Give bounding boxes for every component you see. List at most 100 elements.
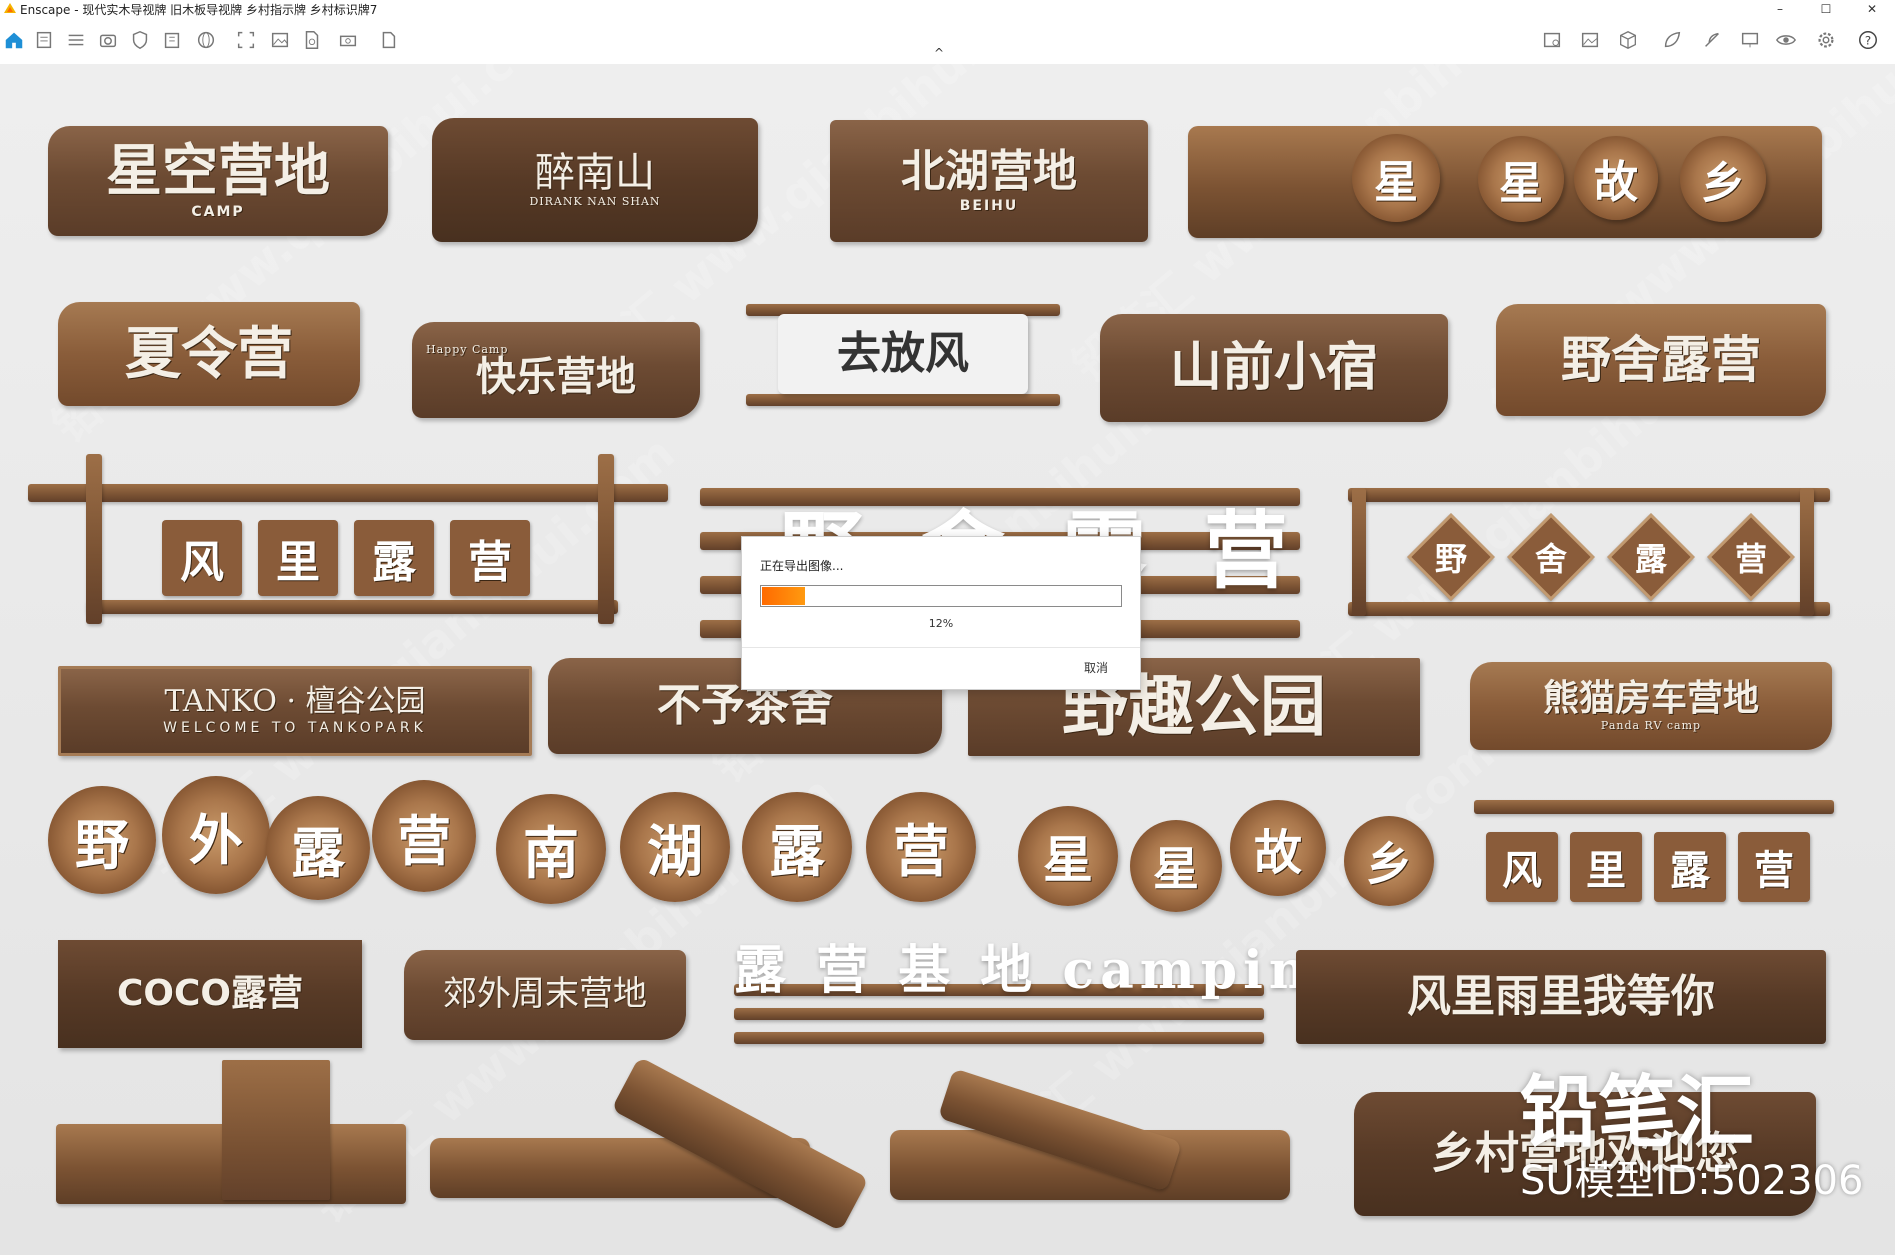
home-icon[interactable]	[2, 28, 26, 52]
disc-letter: 营	[866, 792, 976, 902]
wood-hut	[222, 1060, 330, 1200]
frame-post	[598, 454, 614, 624]
feather-icon[interactable]	[1700, 28, 1724, 52]
diamond-letter: 野	[1434, 540, 1467, 578]
sign-text: COCO露营	[116, 973, 304, 1015]
export-progress-percent: 12%	[928, 617, 954, 630]
sign-text: 北湖营地	[901, 145, 1077, 197]
frame-rail	[746, 394, 1060, 406]
sign-weekend-camp: 郊外周末营地	[404, 950, 686, 1040]
sign-yeshe-luying: 野舍露营	[1496, 304, 1826, 416]
globe-icon[interactable]	[194, 28, 218, 52]
minimize-button[interactable]: –	[1757, 0, 1803, 18]
sign-subtext: WELCOME TO TANKOPARK	[163, 720, 427, 737]
render-settings-icon[interactable]	[336, 28, 360, 52]
sign-subtext: DIRANK NAN SHAN	[529, 195, 661, 209]
tile-letter: 里	[1570, 832, 1642, 902]
disc-letter: 故	[1230, 800, 1326, 896]
disc-letter: 星	[1478, 136, 1564, 222]
leaf-icon[interactable]	[1660, 28, 1684, 52]
disc-letter: 星	[1018, 806, 1118, 906]
window-title: Enscape - 现代实木导视牌 旧木板导视牌 乡村指示牌 乡村标识牌7	[20, 2, 378, 17]
sign-shanqian-xiaosu: 山前小宿	[1100, 314, 1448, 422]
disc-letter: 野	[48, 786, 156, 894]
frame-post	[1352, 488, 1366, 616]
cube-icon[interactable]	[1616, 28, 1640, 52]
sign-fengli-yuli: 风里雨里我等你	[1296, 950, 1826, 1044]
close-button[interactable]: ✕	[1849, 0, 1895, 18]
sign-text: 风里雨里我等你	[1407, 970, 1715, 1022]
sign-text: TANKO · 檀谷公园	[164, 683, 426, 719]
frame-post	[1800, 488, 1814, 616]
tile-letter: 营	[1738, 832, 1810, 902]
disc-letter: 露	[742, 792, 852, 902]
help-icon[interactable]: ?	[1856, 28, 1880, 52]
sign-text: 去放风	[837, 327, 969, 379]
window-controls: – ☐ ✕	[1757, 0, 1895, 18]
sign-zuinanshan: 醉南山 DIRANK NAN SHAN	[432, 118, 758, 242]
tile-letter: 风	[162, 520, 242, 596]
frame-beam	[28, 484, 668, 502]
export-progress-dialog: 正在导出图像... 12% 取消	[741, 536, 1141, 690]
sign-coco-camp: COCO露营	[58, 940, 362, 1048]
sign-xialingying: 夏令营	[58, 302, 360, 406]
diamond-tile: 露	[1607, 513, 1695, 601]
export-status-label: 正在导出图像...	[760, 559, 844, 573]
camera-icon[interactable]	[96, 28, 120, 52]
batch-export-icon[interactable]	[376, 28, 400, 52]
tile-letter: 风	[1486, 832, 1558, 902]
sign-panda-rv: 熊猫房车营地 Panda RV camp	[1470, 662, 1832, 750]
diamond-letter: 舍	[1534, 540, 1567, 578]
dialog-divider	[742, 647, 1140, 648]
frame-beam	[86, 600, 618, 614]
sign-beihu-camp: 北湖营地 BEIHU	[830, 120, 1148, 242]
frame-beam	[1348, 602, 1830, 616]
frame-post	[86, 454, 102, 624]
model-id-text: SU模型ID:502306	[1520, 1158, 1864, 1204]
plank-bar	[734, 1032, 1264, 1044]
diamond-tile: 舍	[1507, 513, 1595, 601]
collapse-toolbar-caret[interactable]: ^	[934, 46, 944, 60]
toolbar: ?	[0, 18, 1895, 65]
file-export-icon[interactable]	[300, 28, 324, 52]
image-icon[interactable]	[268, 28, 292, 52]
disc-letter: 外	[162, 776, 270, 894]
list-icon[interactable]	[64, 28, 88, 52]
disc-letter: 营	[372, 780, 476, 892]
disc-letter: 星	[1130, 820, 1222, 912]
sign-text: 郊外周末营地	[443, 974, 647, 1015]
export-progress-bar	[760, 585, 1122, 607]
sign-ghost-text: 露 营 基 地 camping	[734, 940, 1356, 1001]
sign-subtext: BEIHU	[959, 197, 1019, 214]
sign-subtext: CAMP	[191, 204, 245, 221]
frame-beam	[1474, 800, 1834, 814]
disc-letter: 湖	[620, 792, 730, 902]
frame-icon[interactable]	[234, 28, 258, 52]
sign-text: 星空营地	[106, 138, 330, 205]
enscape-logo-icon	[4, 3, 16, 15]
monitor-icon[interactable]	[1738, 28, 1762, 52]
tile-letter: 露	[1654, 832, 1726, 902]
sign-xingkong-camp: 星空营地 CAMP	[48, 126, 388, 236]
gear-icon[interactable]	[1814, 28, 1838, 52]
disc-letter: 露	[266, 796, 370, 900]
disc-letter: 乡	[1344, 816, 1434, 906]
sign-text: 山前小宿	[1169, 336, 1378, 398]
disc-letter: 乡	[1680, 136, 1766, 222]
building-icon[interactable]	[160, 28, 184, 52]
sign-text: 熊猫房车营地	[1542, 677, 1759, 720]
disc-letter: 南	[496, 794, 606, 904]
diamond-letter: 露	[1634, 540, 1667, 578]
cancel-export-button[interactable]: 取消	[1076, 657, 1116, 678]
svg-text:?: ?	[1865, 34, 1871, 48]
eye-icon[interactable]	[1774, 28, 1798, 52]
shield-icon[interactable]	[128, 28, 152, 52]
sign-tanko-park: TANKO · 檀谷公园 WELCOME TO TANKOPARK	[58, 666, 532, 756]
disc-letter: 故	[1574, 136, 1658, 220]
sign-qufangfeng: 去放风	[778, 314, 1028, 394]
view-settings-icon[interactable]	[1540, 28, 1564, 52]
maximize-button[interactable]: ☐	[1803, 0, 1849, 18]
sign-subtext: Panda RV camp	[1600, 719, 1702, 733]
document-icon[interactable]	[32, 28, 56, 52]
gallery-icon[interactable]	[1578, 28, 1602, 52]
